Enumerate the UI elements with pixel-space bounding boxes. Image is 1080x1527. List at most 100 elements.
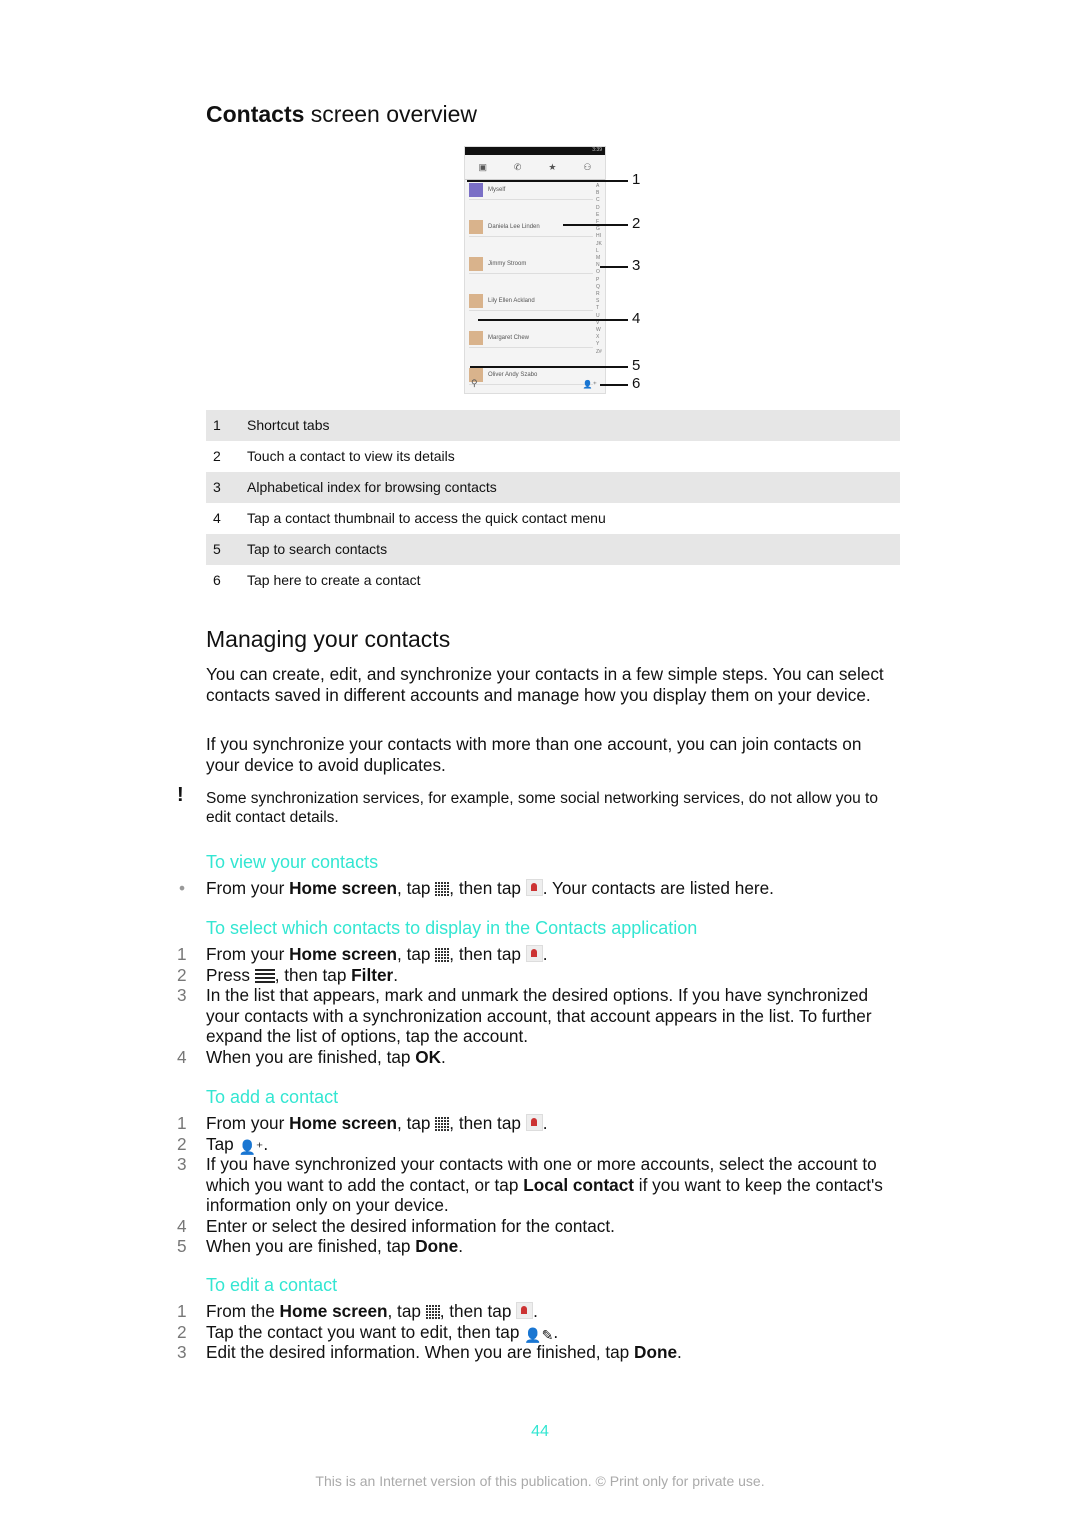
apps-grid-icon [435, 1117, 450, 1131]
step-text: In the list that appears, mark and unmar… [206, 985, 896, 1047]
callout-number: 5 [632, 357, 641, 374]
contact-row[interactable]: Margaret Chew [469, 329, 593, 348]
legend-row: 4 Tap a contact thumbnail to access the q… [206, 503, 900, 534]
contact-thumbnail[interactable] [469, 331, 483, 345]
legend-description: Tap here to create a contact [247, 572, 421, 588]
step-text: From the Home screen, tap , then tap . [206, 1301, 896, 1322]
text: When you are finished, tap [206, 1046, 416, 1067]
legend-description: Shortcut tabs [247, 417, 330, 433]
ui-term: Done [415, 1236, 459, 1256]
procedure-title: To add a contact [206, 1087, 339, 1107]
step-number: 2 [177, 964, 187, 985]
legend-number: 3 [213, 479, 221, 495]
contact-thumbnail[interactable] [469, 257, 483, 271]
legend-row: 3 Alphabetical index for browsing contact… [206, 472, 900, 503]
legend-number: 4 [213, 510, 221, 526]
paragraph: If you synchronize your contacts with mo… [206, 734, 862, 775]
contacts-tab-icon[interactable]: ▣ [478, 162, 487, 173]
legend-row: 1 Shortcut tabs [206, 410, 900, 441]
contact-row[interactable]: Myself [469, 181, 593, 200]
ui-term: Filter [351, 964, 394, 985]
step-text: Edit the desired information. When you a… [206, 1342, 896, 1363]
ui-term: Home screen [279, 1301, 388, 1321]
contact-name: Oliver Andy Szabo [488, 372, 538, 378]
apps-grid-icon [435, 948, 450, 962]
text: Press [206, 964, 255, 985]
text: , tap [397, 944, 436, 964]
contact-thumbnail[interactable] [469, 220, 483, 234]
ui-term: Local contact [523, 1174, 635, 1195]
legend-description: Alphabetical index for browsing contacts [247, 479, 497, 495]
text: From the [206, 1301, 280, 1321]
step-text: From your Home screen, tap , then tap . … [206, 878, 896, 899]
contacts-app-icon [525, 945, 543, 962]
legend-row: 5 Tap to search contacts [206, 534, 900, 565]
contact-thumbnail[interactable] [469, 183, 483, 197]
contact-name: Myself [488, 187, 506, 193]
apps-grid-icon [425, 1305, 440, 1319]
ui-term: Done [634, 1342, 677, 1362]
callout-line [478, 319, 628, 321]
apps-grid-icon [435, 882, 450, 896]
contact-name: Daniela Lee Linden [488, 224, 540, 230]
step-text: When you are finished, tap OK. [206, 1047, 896, 1068]
step-text: Press , then tap Filter. [206, 965, 896, 986]
legend-row: 2 Touch a contact to view its details [206, 441, 900, 472]
alphabet-index[interactable]: ABCDEFGHIJKLMNOPQRSTUVWXYZ# [596, 183, 602, 356]
text: , then tap [449, 944, 526, 964]
step-number: 5 [177, 1236, 187, 1256]
search-icon[interactable]: ⚲ [471, 378, 478, 389]
callout-number: 3 [632, 257, 641, 274]
text: , then tap [449, 1113, 526, 1133]
step-text: Enter or select the desired information … [206, 1216, 896, 1237]
ui-term: Home screen [289, 944, 398, 964]
contact-thumbnail[interactable] [469, 294, 483, 308]
legend-description: Tap a contact thumbnail to access the qu… [247, 510, 606, 526]
text: From your [206, 944, 290, 964]
text: , tap [397, 878, 436, 898]
contact-row[interactable]: Lily Ellen Ackland [469, 292, 593, 311]
legend-table: 1 Shortcut tabs 2 Touch a contact to view i… [206, 410, 900, 596]
contact-row[interactable]: Jimmy Stroom [469, 255, 593, 274]
contact-name: Jimmy Stroom [488, 261, 527, 267]
title-rest: screen overview [304, 101, 477, 127]
groups-tab-icon[interactable]: ⚇ [583, 162, 591, 173]
page-number: 44 [531, 1423, 549, 1440]
favorites-tab-icon[interactable]: ★ [548, 162, 556, 173]
legend-number: 2 [213, 448, 221, 464]
contact-row[interactable]: Daniela Lee Linden [469, 218, 593, 237]
step-number: 3 [177, 1154, 187, 1174]
step-number: 1 [177, 1113, 187, 1133]
text: Enter or select the desired information … [206, 1215, 615, 1236]
add-contact-icon[interactable]: 👤⁺ [583, 380, 597, 389]
procedure-title: To select which contacts to display in t… [206, 918, 698, 938]
callout-number: 2 [632, 215, 641, 232]
text: . [542, 944, 548, 964]
ui-term: OK [415, 1046, 442, 1067]
legend-number: 5 [213, 541, 221, 557]
bullet: • [179, 878, 186, 898]
text: From your [206, 1113, 290, 1133]
document-page: Contacts screen overview 3:39 ▣ ✆ ★ ⚇ Mysel… [0, 0, 1080, 1527]
contact-row[interactable]: Oliver Andy Szabo [469, 366, 593, 385]
step-number: 4 [177, 1215, 187, 1236]
footer: This is an Internet version of this publ… [315, 1473, 765, 1489]
step-number: 1 [177, 1301, 187, 1321]
text: . [263, 1133, 269, 1154]
callout-number: 1 [632, 171, 641, 188]
contacts-screenshot: 3:39 ▣ ✆ ★ ⚇ Myself Daniela Lee Linden Jimmy … [464, 146, 606, 394]
text: . [393, 964, 398, 985]
warning-icon: ! [177, 784, 184, 806]
callout-number: 6 [632, 375, 641, 392]
status-bar: 3:39 [465, 147, 605, 155]
text: . Your contacts are listed here. [542, 878, 774, 898]
legend-number: 6 [213, 572, 221, 588]
phone-tab-icon[interactable]: ✆ [514, 162, 522, 173]
contacts-app-icon [525, 879, 543, 896]
callout-line [600, 384, 628, 386]
callout-line [563, 224, 628, 226]
contact-name: Lily Ellen Ackland [488, 298, 535, 304]
callout-number: 4 [632, 310, 641, 327]
step-number: 2 [177, 1321, 187, 1342]
step-text: From your Home screen, tap , then tap . [206, 944, 896, 965]
